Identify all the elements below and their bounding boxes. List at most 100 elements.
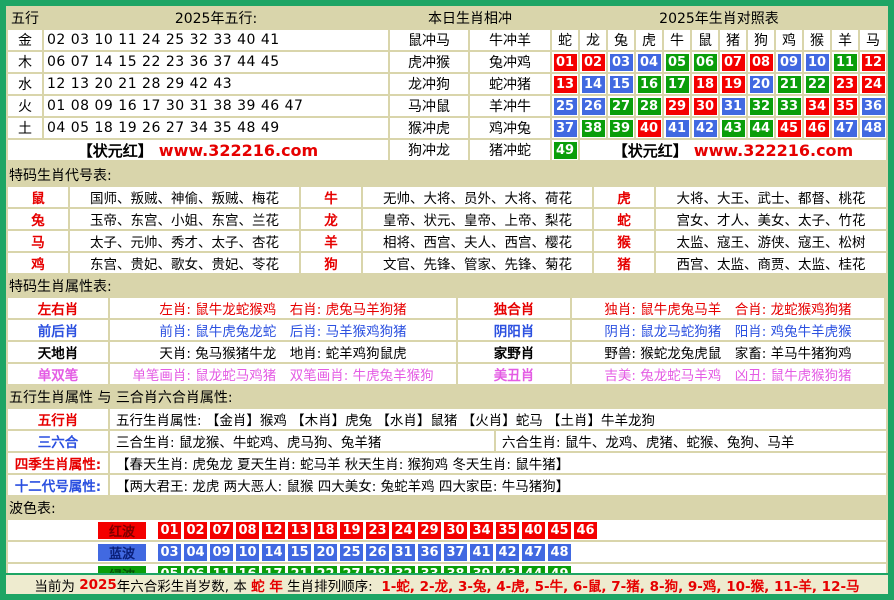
number-chip-39: 39 bbox=[610, 120, 633, 137]
zodiac-number-cell: 25 bbox=[552, 96, 578, 116]
zodiac-number-cell: 33 bbox=[776, 96, 802, 116]
attribute-text: 单笔画肖: 鼠龙蛇马鸡猪 双笔画肖: 牛虎兔羊猴狗 bbox=[110, 364, 456, 384]
zodiac-column-header: 鸡 bbox=[776, 30, 802, 50]
zodiac-number-cell: 05 bbox=[664, 52, 690, 72]
zodiac-number-cell: 15 bbox=[608, 74, 634, 94]
number-chip-48: 48 bbox=[548, 544, 571, 561]
zodiac-number-cell: 42 bbox=[692, 118, 718, 138]
number-chip-37: 37 bbox=[444, 544, 467, 561]
number-chip-29: 29 bbox=[418, 522, 441, 539]
number-chip-18: 18 bbox=[314, 522, 337, 539]
code-zodiac-label: 鼠 bbox=[8, 187, 68, 207]
brand-url[interactable]: www.322216.com bbox=[159, 141, 318, 160]
combo-label: 五行肖 bbox=[8, 409, 108, 429]
number-chip-10: 10 bbox=[806, 54, 829, 71]
clash-pair: 鼠冲马 bbox=[390, 30, 468, 50]
number-chip-46: 46 bbox=[574, 522, 597, 539]
number-chip-48: 48 bbox=[862, 120, 885, 137]
element-numbers: 02 03 10 11 24 25 32 33 40 41 bbox=[44, 30, 388, 50]
zodiac-number-cell: 20 bbox=[748, 74, 774, 94]
clash-pair: 兔冲鸡 bbox=[470, 52, 550, 72]
number-chip-08: 08 bbox=[236, 522, 259, 539]
combo-label: 四季生肖属性: bbox=[8, 453, 108, 473]
zodiac-number-cell: 16 bbox=[636, 74, 662, 94]
number-chip-06: 06 bbox=[694, 54, 717, 71]
attribute-label: 独合肖 bbox=[458, 298, 570, 318]
wave-numbers: 03040910141520252631363741424748 bbox=[158, 544, 571, 561]
code-zodiac-label: 龙 bbox=[301, 209, 361, 229]
number-chip-21: 21 bbox=[778, 76, 801, 93]
brand-footer-left: 【状元红】www.322216.com bbox=[8, 140, 388, 160]
wave-label-red: 红波 bbox=[98, 522, 146, 539]
number-chip-44: 44 bbox=[750, 120, 773, 137]
zodiac-column-header: 猪 bbox=[720, 30, 746, 50]
attribute-table-title: 特码生肖属性表: bbox=[6, 273, 888, 298]
zodiac-number-cell: 36 bbox=[860, 96, 886, 116]
attribute-text: 天肖: 兔马猴猪牛龙 地肖: 蛇羊鸡狗鼠虎 bbox=[110, 342, 456, 362]
number-chip-09: 09 bbox=[210, 544, 233, 561]
zodiac-number-cell: 43 bbox=[720, 118, 746, 138]
zodiac-number-cell: 26 bbox=[580, 96, 606, 116]
zodiac-column-header: 猴 bbox=[804, 30, 830, 50]
element-numbers: 12 13 20 21 28 29 42 43 bbox=[44, 74, 388, 94]
number-chip-41: 41 bbox=[666, 120, 689, 137]
clash-pair: 马冲鼠 bbox=[390, 96, 468, 116]
number-chip-20: 20 bbox=[314, 544, 337, 561]
number-chip-26: 26 bbox=[582, 98, 605, 115]
number-chip-49: 49 bbox=[554, 142, 577, 159]
number-chip-38: 38 bbox=[582, 120, 605, 137]
number-chip-35: 35 bbox=[496, 522, 519, 539]
number-chip-04: 04 bbox=[184, 544, 207, 561]
attribute-text: 独肖: 鼠牛虎兔马羊 合肖: 龙蛇猴鸡狗猪 bbox=[572, 298, 884, 318]
zodiac-number-cell: 31 bbox=[720, 96, 746, 116]
number-chip-17: 17 bbox=[666, 76, 689, 93]
clash-pair: 狗冲龙 bbox=[390, 140, 468, 160]
number-chip-40: 40 bbox=[522, 522, 545, 539]
code-zodiac-names: 无帅、大将、员外、大将、荷花 bbox=[363, 187, 592, 207]
zodiac-column-header: 狗 bbox=[748, 30, 774, 50]
number-chip-23: 23 bbox=[834, 76, 857, 93]
number-chip-07: 07 bbox=[722, 54, 745, 71]
wave-numbers: 0102070812131819232429303435404546 bbox=[158, 522, 597, 539]
code-zodiac-label: 狗 bbox=[301, 253, 361, 273]
code-zodiac-label: 鸡 bbox=[8, 253, 68, 273]
number-chip-14: 14 bbox=[262, 544, 285, 561]
number-chip-05: 05 bbox=[666, 54, 689, 71]
zodiac-column-header: 羊 bbox=[832, 30, 858, 50]
header-five-elements: 五行 bbox=[8, 8, 42, 28]
code-table-title: 特码生肖代号表: bbox=[6, 162, 888, 187]
code-zodiac-label: 蛇 bbox=[594, 209, 654, 229]
clash-pair: 鸡冲兔 bbox=[470, 118, 550, 138]
number-chip-36: 36 bbox=[862, 98, 885, 115]
number-chip-13: 13 bbox=[554, 76, 577, 93]
zodiac-number-cell: 27 bbox=[608, 96, 634, 116]
header-year-elements: 2025年五行: bbox=[44, 8, 388, 28]
number-chip-40: 40 bbox=[638, 120, 661, 137]
wave-row-red: 红波 0102070812131819232429303435404546 bbox=[8, 520, 886, 540]
code-zodiac-names: 西宫、太监、商贾、太监、桂花 bbox=[656, 253, 886, 273]
combo-label: 三六合 bbox=[8, 431, 108, 451]
code-zodiac-label: 马 bbox=[8, 231, 68, 251]
number-chip-19: 19 bbox=[722, 76, 745, 93]
number-chip-23: 23 bbox=[366, 522, 389, 539]
number-chip-13: 13 bbox=[288, 522, 311, 539]
zodiac-number-cell: 24 bbox=[860, 74, 886, 94]
wave-table-title: 波色表: bbox=[6, 495, 888, 520]
clash-pair: 牛冲羊 bbox=[470, 30, 550, 50]
element-label: 土 bbox=[8, 118, 42, 138]
zodiac-number-cell: 22 bbox=[804, 74, 830, 94]
code-zodiac-names: 国师、叛贼、神偷、叛贼、梅花 bbox=[70, 187, 299, 207]
clash-pair: 猪冲蛇 bbox=[470, 140, 550, 160]
number-chip-43: 43 bbox=[722, 120, 745, 137]
element-numbers: 06 07 14 15 22 23 36 37 44 45 bbox=[44, 52, 388, 72]
number-chip-47: 47 bbox=[522, 544, 545, 561]
code-zodiac-names: 太子、元帅、秀才、太子、杏花 bbox=[70, 231, 299, 251]
number-chip-26: 26 bbox=[366, 544, 389, 561]
code-zodiac-label: 猴 bbox=[594, 231, 654, 251]
zodiac-number-cell: 04 bbox=[636, 52, 662, 72]
combo-table-title: 五行生肖属性 与 三合肖六合肖属性: bbox=[6, 384, 888, 409]
brand-url[interactable]: www.322216.com bbox=[694, 141, 853, 160]
number-chip-27: 27 bbox=[610, 98, 633, 115]
attribute-label: 前后肖 bbox=[8, 320, 108, 340]
number-chip-12: 12 bbox=[862, 54, 885, 71]
